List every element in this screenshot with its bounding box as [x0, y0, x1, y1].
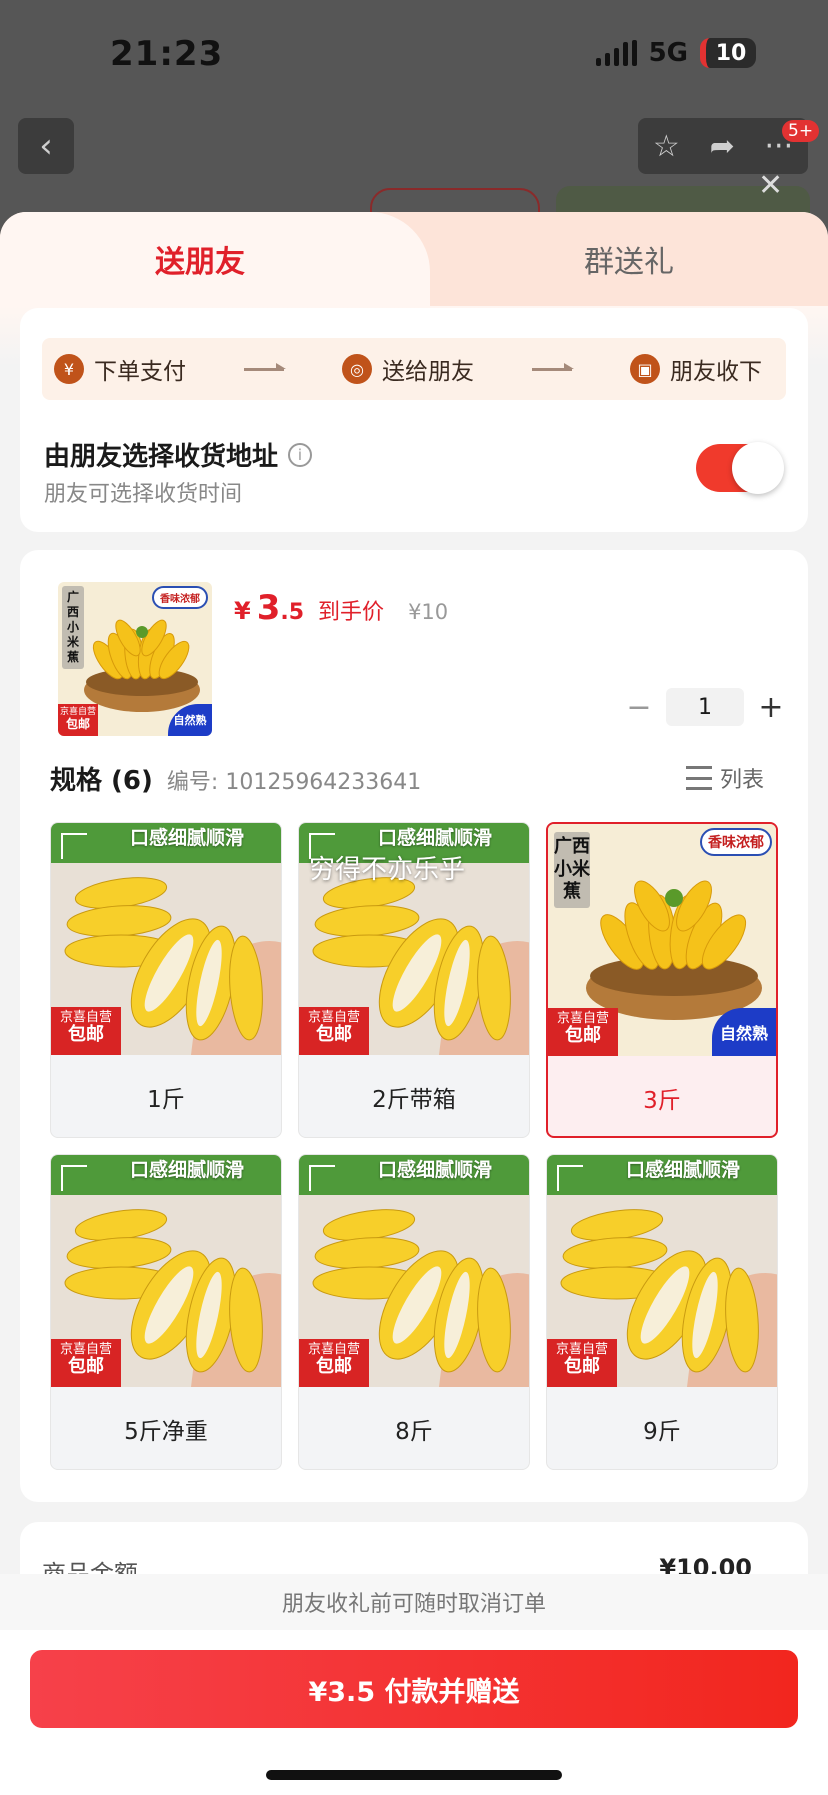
- status-time: 21:23: [110, 34, 224, 74]
- sku-image: 口感细腻顺滑 京喜自营 包邮: [51, 1155, 281, 1387]
- arrow-icon: [532, 362, 574, 371]
- self-op-tag: 京喜自营 包邮: [51, 1339, 121, 1387]
- sku-label: 5斤净重: [124, 1419, 208, 1445]
- sku-label: 8斤: [395, 1419, 433, 1445]
- self-op-tag: 京喜自营 包邮: [299, 1339, 369, 1387]
- self-op-tag: 京喜自营 包邮: [51, 1007, 121, 1055]
- info-icon[interactable]: i: [288, 442, 313, 467]
- battery-icon: 10: [700, 38, 756, 68]
- notification-badge: 5+: [782, 120, 820, 142]
- flow-step-receive: ▣ 朋友收下: [630, 352, 762, 386]
- expand-icon[interactable]: [61, 833, 87, 859]
- sku-image: 广西小米蕉 香味浓郁 京喜自营 包邮 自然熟: [548, 824, 776, 1056]
- list-view-button[interactable]: 列表: [686, 762, 764, 794]
- original-price: ¥10: [408, 600, 449, 624]
- plus-button[interactable]: +: [756, 690, 786, 725]
- product-vertical-text: 广西小米蕉: [62, 586, 84, 669]
- share-icon: ➦: [709, 128, 735, 164]
- sku-option[interactable]: 口感细腻顺滑 京喜自营 包邮 9斤: [546, 1154, 778, 1470]
- gift-sheet: 送朋友 群送礼 ¥ 下单支付 ◎ 送给朋友 ▣ 朋友收下 由朋友选择收货地址 i…: [0, 212, 828, 1795]
- sku-option-selected[interactable]: 广西小米蕉 香味浓郁 京喜自营 包邮 自然熟 3斤: [546, 822, 778, 1138]
- quantity-input[interactable]: 1: [666, 688, 744, 726]
- self-op-tag: 京喜自营 包邮: [548, 1008, 618, 1056]
- product-code: 编号: 10125964233641: [166, 770, 422, 795]
- back-button[interactable]: ‹: [18, 118, 74, 174]
- arrow-icon: [244, 362, 286, 371]
- flow-step-send: ◎ 送给朋友: [342, 352, 474, 386]
- product-image[interactable]: 广西小米蕉 香味浓郁 京喜自营 包邮 自然熟: [58, 582, 212, 736]
- sweet-tag: 香味浓郁: [700, 828, 772, 856]
- natural-tag: 自然熟: [712, 1008, 776, 1056]
- address-option-title: 由朋友选择收货地址 i: [44, 436, 313, 473]
- sku-image: 口感细腻顺滑 穷得不亦乐乎 京喜自营 包邮: [299, 823, 529, 1055]
- signal-icon: [595, 40, 637, 66]
- price-label: 到手价: [318, 600, 385, 625]
- self-op-tag: 京喜自营 包邮: [547, 1339, 617, 1387]
- spec-grid: 口感细腻顺滑 京喜自营 包邮 1斤 口感细腻顺滑 穷得不亦乐乎 京喜自营 包邮 …: [50, 822, 778, 1470]
- self-op-tag: 京喜自营 包邮: [299, 1007, 369, 1055]
- product-card: 广西小米蕉 香味浓郁 京喜自营 包邮 自然熟 ¥ 3 .5 到手价 ¥10 − 1…: [20, 550, 808, 1502]
- sku-label: 2斤带箱: [372, 1087, 456, 1113]
- sku-image: 口感细腻顺滑 京喜自营 包邮: [299, 1155, 529, 1387]
- tab-group-gift[interactable]: 群送礼: [430, 212, 828, 306]
- address-toggle[interactable]: [696, 442, 784, 494]
- network-type: 5G: [648, 38, 688, 68]
- sku-label: 1斤: [147, 1087, 185, 1113]
- star-icon: ☆: [652, 128, 680, 164]
- expand-icon[interactable]: [309, 1165, 335, 1191]
- overlay-text: 穷得不亦乐乎: [309, 855, 466, 885]
- list-icon: [686, 766, 712, 790]
- spec-header: 规格 (6) 编号: 10125964233641: [50, 760, 421, 797]
- sku-image: 口感细腻顺滑 京喜自营 包邮: [547, 1155, 777, 1387]
- close-icon[interactable]: ✕: [758, 168, 783, 203]
- sku-option[interactable]: 口感细腻顺滑 京喜自营 包邮 1斤: [50, 822, 282, 1138]
- expand-icon[interactable]: [61, 1165, 87, 1191]
- gift-icon: ▣: [630, 354, 660, 384]
- expand-icon[interactable]: [557, 1165, 583, 1191]
- address-option-subtitle: 朋友可选择收货时间: [44, 482, 243, 507]
- price-block: ¥ 3 .5 到手价 ¥10: [234, 588, 449, 628]
- home-indicator[interactable]: [266, 1770, 562, 1780]
- sku-option[interactable]: 口感细腻顺滑 京喜自营 包邮 5斤净重: [50, 1154, 282, 1470]
- pay-and-gift-button[interactable]: ¥3.5 付款并赠送: [30, 1650, 798, 1728]
- footer: 朋友收礼前可随时取消订单 ¥3.5 付款并赠送: [0, 1574, 828, 1795]
- gift-options-card: ¥ 下单支付 ◎ 送给朋友 ▣ 朋友收下 由朋友选择收货地址 i 朋友可选择收货…: [20, 308, 808, 532]
- product-sweet-tag: 香味浓郁: [152, 586, 208, 609]
- chevron-left-icon: ‹: [39, 126, 53, 166]
- wechat-icon: ◎: [342, 354, 372, 384]
- sku-label: 9斤: [643, 1419, 681, 1445]
- vertical-title: 广西小米蕉: [554, 832, 590, 908]
- tab-send-friend[interactable]: 送朋友: [0, 212, 430, 306]
- minus-button[interactable]: −: [624, 690, 654, 725]
- sku-label: 3斤: [643, 1088, 681, 1114]
- tab-bar: 送朋友 群送礼: [0, 212, 828, 306]
- sku-image: 口感细腻顺滑 京喜自营 包邮: [51, 823, 281, 1055]
- product-self-op-tag: 京喜自营 包邮: [58, 704, 98, 736]
- quantity-stepper: − 1 +: [624, 688, 786, 726]
- yen-icon: ¥: [54, 354, 84, 384]
- spec-title: 规格 (6): [50, 766, 153, 796]
- status-bar-right: 5G 10: [595, 38, 756, 68]
- sku-option[interactable]: 口感细腻顺滑 京喜自营 包邮 8斤: [298, 1154, 530, 1470]
- gift-flow: ¥ 下单支付 ◎ 送给朋友 ▣ 朋友收下: [42, 338, 786, 400]
- cancel-note: 朋友收礼前可随时取消订单: [0, 1574, 828, 1630]
- flow-step-pay: ¥ 下单支付: [54, 352, 186, 386]
- sku-option[interactable]: 口感细腻顺滑 穷得不亦乐乎 京喜自营 包邮 2斤带箱: [298, 822, 530, 1138]
